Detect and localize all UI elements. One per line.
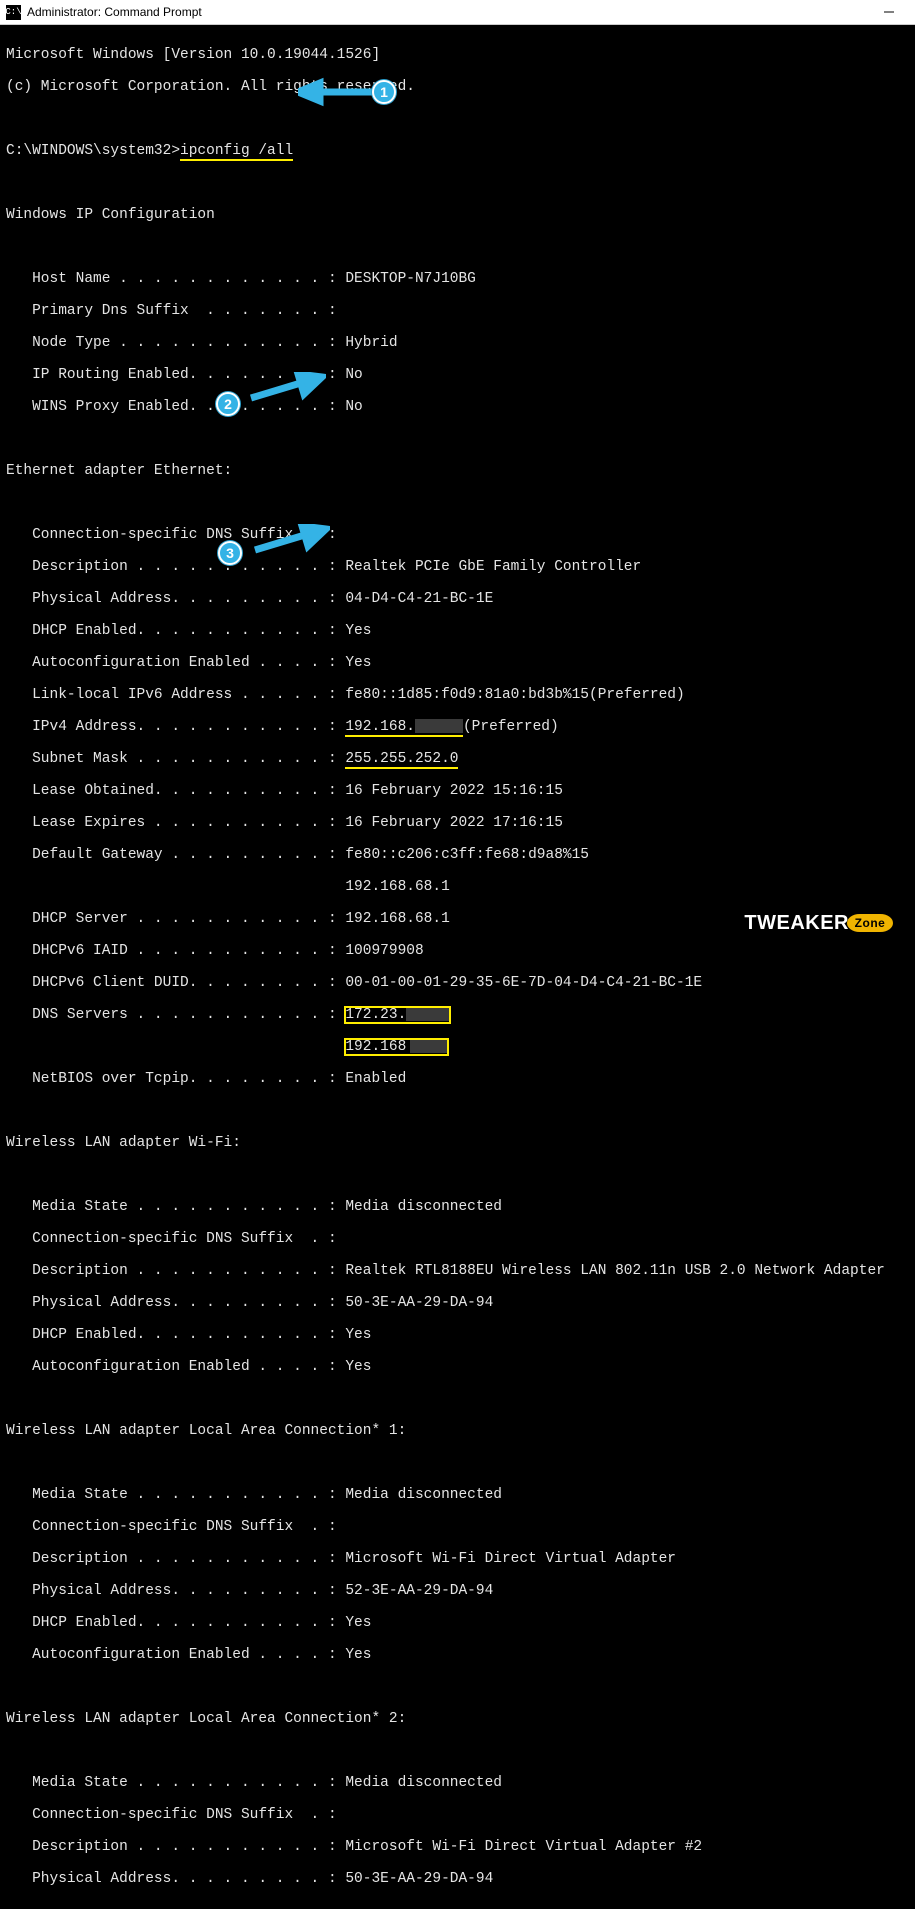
ipv4-row: IPv4 Address. . . . . . . . . . . : 192.… [6, 719, 909, 735]
watermark-logo: TWEAKERZone [744, 915, 893, 934]
cfg-row: Media State . . . . . . . . . . . : Medi… [6, 1199, 909, 1215]
cfg-row: WINS Proxy Enabled. . . . . . . . : No [6, 399, 909, 415]
cfg-row: Lease Obtained. . . . . . . . . . : 16 F… [6, 783, 909, 799]
section-heading: Wireless LAN adapter Local Area Connecti… [6, 1423, 909, 1439]
cfg-row: Host Name . . . . . . . . . . . . : DESK… [6, 271, 909, 287]
cfg-row: Connection-specific DNS Suffix . : [6, 527, 909, 543]
cfg-row: IP Routing Enabled. . . . . . . . : No [6, 367, 909, 383]
cfg-row: Physical Address. . . . . . . . . : 04-D… [6, 591, 909, 607]
cfg-row: Physical Address. . . . . . . . . : 50-3… [6, 1871, 909, 1887]
cfg-row: Node Type . . . . . . . . . . . . : Hybr… [6, 335, 909, 351]
subnet-row: Subnet Mask . . . . . . . . . . . : 255.… [6, 751, 909, 767]
cfg-row: Media State . . . . . . . . . . . : Medi… [6, 1487, 909, 1503]
cfg-row: Media State . . . . . . . . . . . : Medi… [6, 1775, 909, 1791]
dns1-redacted-mask [406, 1007, 450, 1021]
cfg-row: 192.168.68.1 [6, 879, 909, 895]
cfg-row: Link-local IPv6 Address . . . . . : fe80… [6, 687, 909, 703]
header-line: Microsoft Windows [Version 10.0.19044.15… [6, 47, 909, 63]
cfg-row: Connection-specific DNS Suffix . : [6, 1231, 909, 1247]
cmd-icon: C:\ [6, 5, 21, 20]
ipv4-address-highlight: 192.168. [345, 719, 463, 737]
dns2-redacted-mask [410, 1039, 448, 1053]
cfg-row: Lease Expires . . . . . . . . . . : 16 F… [6, 815, 909, 831]
cfg-row: Default Gateway . . . . . . . . . : fe80… [6, 847, 909, 863]
prompt-line: C:\WINDOWS\system32>ipconfig /all [6, 143, 909, 159]
titlebar: C:\ Administrator: Command Prompt [0, 0, 915, 25]
section-heading: Wireless LAN adapter Wi-Fi: [6, 1135, 909, 1151]
cfg-row: Connection-specific DNS Suffix . : [6, 1807, 909, 1823]
cfg-row: DHCP Enabled. . . . . . . . . . . : Yes [6, 1615, 909, 1631]
cfg-row: Physical Address. . . . . . . . . : 50-3… [6, 1295, 909, 1311]
dns-servers-highlight: 172.23. [345, 1007, 450, 1023]
cfg-row: DHCP Enabled. . . . . . . . . . . : Yes [6, 623, 909, 639]
cfg-row: DHCPv6 IAID . . . . . . . . . . . : 1009… [6, 943, 909, 959]
header-line: (c) Microsoft Corporation. All rights re… [6, 79, 909, 95]
cfg-row: NetBIOS over Tcpip. . . . . . . . : Enab… [6, 1071, 909, 1087]
dns-servers-highlight: 192.168 [345, 1039, 448, 1055]
subnet-highlight: 255.255.252.0 [345, 751, 458, 769]
cfg-row: DHCP Enabled. . . . . . . . . . . : Yes [6, 1327, 909, 1343]
cfg-row: Physical Address. . . . . . . . . : 52-3… [6, 1583, 909, 1599]
minimize-button[interactable] [869, 1, 909, 23]
section-heading: Wireless LAN adapter Local Area Connecti… [6, 1711, 909, 1727]
cfg-row: DHCPv6 Client DUID. . . . . . . . : 00-0… [6, 975, 909, 991]
terminal-output[interactable]: Microsoft Windows [Version 10.0.19044.15… [0, 25, 915, 1909]
cfg-row: Connection-specific DNS Suffix . : [6, 1519, 909, 1535]
section-heading: Windows IP Configuration [6, 207, 909, 223]
cfg-row: Description . . . . . . . . . . . : Real… [6, 1263, 909, 1279]
cfg-row: Autoconfiguration Enabled . . . . : Yes [6, 1359, 909, 1375]
typed-command: ipconfig /all [180, 143, 293, 161]
cfg-row: Description . . . . . . . . . . . : Micr… [6, 1551, 909, 1567]
dns-row: 192.168 [6, 1039, 909, 1055]
cfg-row: Description . . . . . . . . . . . : Micr… [6, 1839, 909, 1855]
cfg-row: Autoconfiguration Enabled . . . . : Yes [6, 1647, 909, 1663]
cfg-row: Description . . . . . . . . . . . : Real… [6, 559, 909, 575]
section-heading: Ethernet adapter Ethernet: [6, 463, 909, 479]
window-title: Administrator: Command Prompt [27, 4, 202, 20]
cfg-row: Primary Dns Suffix . . . . . . . : [6, 303, 909, 319]
cfg-row: Autoconfiguration Enabled . . . . : Yes [6, 655, 909, 671]
dns-row: DNS Servers . . . . . . . . . . . : 172.… [6, 1007, 909, 1023]
ipv4-redacted-mask [415, 719, 463, 733]
